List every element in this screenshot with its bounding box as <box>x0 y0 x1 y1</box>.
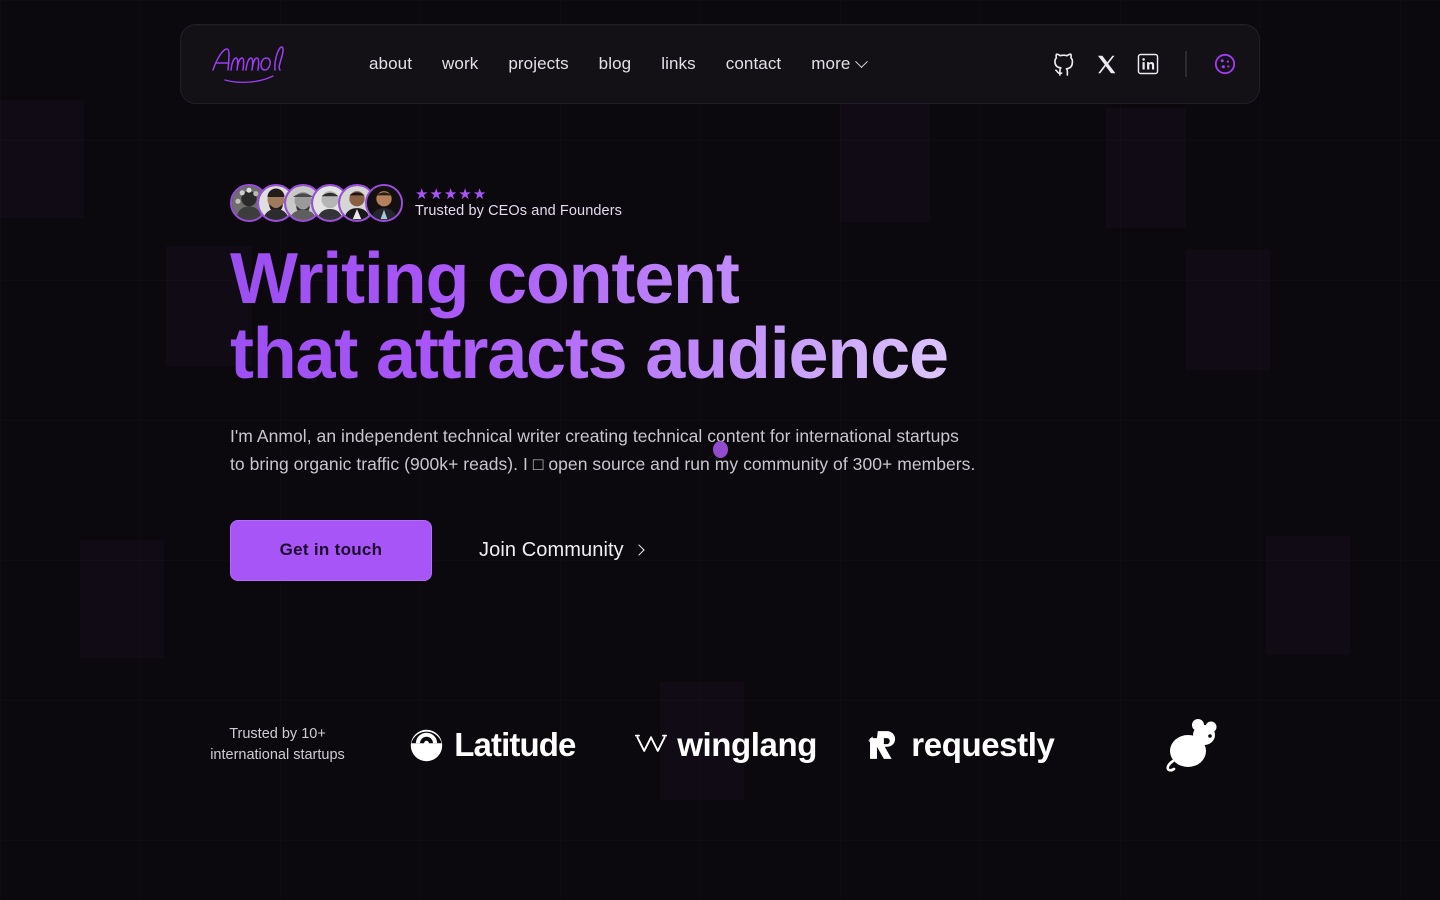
social-proof-row: ★ ★ ★ ★ ★ Trusted by CEOs and Founders <box>230 180 1250 226</box>
linkedin-glyph <box>1137 53 1159 75</box>
github-icon[interactable] <box>1053 52 1076 76</box>
get-in-touch-button[interactable]: Get in touch <box>230 519 432 581</box>
nav-link-projects[interactable]: projects <box>508 54 568 74</box>
requestly-wordmark: requestly <box>911 726 1055 763</box>
star-icon: ★ <box>429 186 443 203</box>
latitude-mark-icon <box>411 729 443 761</box>
winglang-wordmark: winglang <box>677 726 818 763</box>
linkedin-icon[interactable] <box>1137 53 1159 75</box>
x-twitter-icon[interactable] <box>1096 54 1117 75</box>
bg-blotch <box>80 540 164 658</box>
nav-link-about[interactable]: about <box>369 54 412 74</box>
nav-link-contact[interactable]: contact <box>726 54 782 74</box>
star-icon: ★ <box>443 186 458 203</box>
nav-link-blog[interactable]: blog <box>599 54 632 74</box>
winglang-mark-icon <box>635 734 668 752</box>
join-community-button[interactable]: Join Community <box>479 538 645 562</box>
palette-icon[interactable] <box>1213 52 1237 76</box>
nav-links: about work projects blog links contact m… <box>369 54 869 74</box>
brand-logo-anmol[interactable] <box>207 42 317 86</box>
nav-divider <box>1185 51 1187 77</box>
hero-headline: Writing content that attracts audience <box>230 242 1250 392</box>
hero-cta-row: Get in touch Join Community <box>230 519 1250 581</box>
nav-link-links[interactable]: links <box>661 54 696 74</box>
star-icon: ★ <box>415 186 429 203</box>
mouse-mark-icon <box>1166 719 1217 772</box>
page-root: about work projects blog links contact m… <box>0 0 1440 900</box>
github-glyph <box>1054 52 1074 76</box>
star-icon: ★ <box>458 186 472 203</box>
palette-glyph <box>1214 53 1236 75</box>
avatar-group <box>230 184 403 222</box>
anmol-script-logo-icon <box>212 46 284 83</box>
main-navbar: about work projects blog links contact m… <box>180 24 1260 104</box>
nav-social-group <box>1053 51 1237 77</box>
requestly-logo: requestly <box>843 726 1077 764</box>
avatar-image-6 <box>367 186 401 220</box>
trusted-by-label: Trusted by CEOs and Founders <box>415 203 622 219</box>
mouse-logo <box>1076 717 1310 773</box>
avatar <box>365 184 403 222</box>
requestly-mark-icon <box>868 731 896 759</box>
hero-section: ★ ★ ★ ★ ★ Trusted by CEOs and Founders W… <box>230 180 1250 581</box>
nav-link-more-label: more <box>811 54 851 73</box>
nav-link-work[interactable]: work <box>442 54 478 74</box>
bg-blotch <box>0 100 84 218</box>
chevron-right-icon <box>633 544 645 556</box>
nav-link-more[interactable]: more <box>811 54 869 74</box>
bg-blotch <box>1266 536 1350 654</box>
clients-label: Trusted by 10+ international startups <box>210 726 345 763</box>
winglang-logo: winglang <box>609 726 843 764</box>
chevron-down-icon <box>855 54 869 68</box>
join-community-label: Join Community <box>479 538 624 561</box>
hero-subheadline: I'm Anmol, an independent technical writ… <box>230 425 976 474</box>
rating-stars: ★ ★ ★ ★ ★ <box>415 187 622 202</box>
latitude-logo: Latitude <box>375 726 609 764</box>
star-icon: ★ <box>472 186 487 203</box>
trust-text-block: ★ ★ ★ ★ ★ Trusted by CEOs and Founders <box>415 187 622 219</box>
client-logos-strip: Trusted by 10+ international startups La… <box>180 705 1310 785</box>
latitude-wordmark: Latitude <box>454 726 576 763</box>
x-glyph <box>1097 55 1116 73</box>
